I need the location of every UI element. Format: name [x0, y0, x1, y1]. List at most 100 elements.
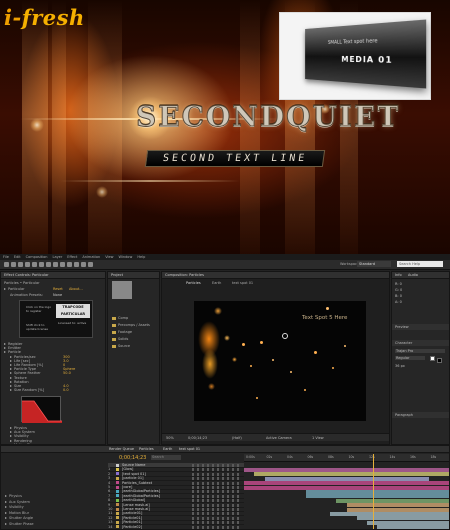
expand-triangle-icon[interactable]: [5, 506, 7, 508]
expand-triangle-icon[interactable]: [5, 517, 7, 519]
expand-triangle-icon[interactable]: [5, 500, 7, 503]
pan-behind-tool-icon[interactable]: [39, 262, 44, 267]
font-size-value[interactable]: 36 px: [395, 364, 405, 368]
tab-paragraph[interactable]: Paragraph: [395, 413, 413, 417]
expand-triangle-icon[interactable]: [10, 427, 12, 429]
effect-reset-link[interactable]: Reset: [53, 287, 63, 292]
menu-effect[interactable]: Effect: [67, 255, 77, 259]
selection-tool-icon[interactable]: [4, 262, 9, 267]
layer-label-color-swatch[interactable]: [116, 463, 119, 467]
trapcode-particular-register-box[interactable]: Click on the logo to register Shift clic…: [19, 300, 93, 338]
project-folder[interactable]: Source: [112, 344, 130, 349]
comp-subtab-earth[interactable]: Earth: [212, 281, 221, 285]
tab-preview[interactable]: Preview: [395, 325, 409, 329]
layer-duration-bar[interactable]: [244, 467, 449, 472]
rotate-tool-icon[interactable]: [25, 262, 30, 267]
fill-color-swatch[interactable]: [430, 356, 435, 361]
layer-duration-bar[interactable]: [264, 476, 429, 481]
stroke-color-swatch[interactable]: [437, 358, 442, 363]
menu-composition[interactable]: Composition: [26, 255, 48, 259]
workspace-select[interactable]: Standard: [357, 261, 391, 267]
expand-triangle-icon[interactable]: [10, 385, 12, 387]
resolution-select[interactable]: (Half): [232, 436, 242, 440]
font-style-select[interactable]: Regular: [395, 356, 425, 360]
expand-triangle-icon[interactable]: [10, 376, 12, 379]
expand-triangle-icon[interactable]: [10, 431, 12, 434]
layer-duration-bar[interactable]: [244, 485, 449, 490]
project-folder[interactable]: Solids: [112, 337, 128, 342]
views-select[interactable]: 1 View: [312, 436, 324, 440]
layer-label-color-swatch[interactable]: [116, 489, 119, 493]
property-row[interactable]: Motion Blur: [5, 511, 29, 515]
layer-duration-bar[interactable]: [356, 516, 449, 521]
tab-effect-controls[interactable]: Effect Controls: Particular: [4, 273, 49, 277]
tab-timeline-text-spot[interactable]: text spot 01: [179, 447, 200, 451]
composition-viewer[interactable]: Text Spot 5 Here: [194, 301, 366, 421]
property-row[interactable]: Shutter Phase: [5, 522, 34, 526]
puppet-tool-icon[interactable]: [88, 262, 93, 267]
tab-render-queue[interactable]: Render Queue: [109, 447, 134, 451]
expand-triangle-icon[interactable]: [10, 380, 12, 383]
layer-duration-bar[interactable]: [330, 511, 449, 516]
layer-label-color-swatch[interactable]: [116, 516, 119, 520]
size-over-life-graph[interactable]: [21, 396, 62, 423]
timeline-search-input[interactable]: Search: [151, 455, 181, 460]
effect-param-row[interactable]: Size Random [%]: [10, 388, 44, 393]
comp-subtab-text-spot[interactable]: text spot 01: [232, 281, 253, 285]
menu-file[interactable]: File: [3, 255, 9, 259]
comp-subtab-particles[interactable]: Particles: [186, 281, 201, 285]
expand-triangle-icon[interactable]: [10, 435, 12, 438]
pen-tool-icon[interactable]: [53, 262, 58, 267]
expand-triangle-icon[interactable]: [10, 389, 12, 392]
tab-project[interactable]: Project: [111, 273, 123, 277]
tab-composition[interactable]: Composition: Particles: [165, 273, 204, 277]
effect-name-row[interactable]: Particular: [4, 287, 25, 292]
hand-tool-icon[interactable]: [11, 262, 16, 267]
expand-triangle-icon[interactable]: [10, 355, 12, 358]
clone-tool-icon[interactable]: [74, 262, 79, 267]
expand-triangle-icon[interactable]: [10, 372, 12, 375]
expand-triangle-icon[interactable]: [10, 364, 12, 366]
menu-layer[interactable]: Layer: [53, 255, 63, 259]
layer-label-color-swatch[interactable]: [116, 485, 119, 489]
menu-window[interactable]: Window: [119, 255, 133, 259]
camera-select[interactable]: Active Camera: [266, 436, 292, 440]
layer-duration-bar[interactable]: [346, 507, 449, 512]
menu-animation[interactable]: Animation: [82, 255, 100, 259]
layer-duration-bar[interactable]: [305, 494, 449, 499]
search-help-input[interactable]: Search Help: [397, 261, 443, 267]
expand-triangle-icon[interactable]: [10, 439, 12, 442]
layer-duration-bar[interactable]: [346, 503, 449, 508]
trapcode-particular-logo[interactable]: TRAPCODE PARTICULAR: [56, 304, 90, 318]
layer-duration-bar[interactable]: [244, 481, 449, 486]
layer-label-color-swatch[interactable]: [116, 494, 119, 498]
expand-triangle-icon[interactable]: [10, 368, 12, 371]
camera-tool-icon[interactable]: [32, 262, 37, 267]
expand-triangle-icon[interactable]: [10, 359, 12, 362]
effect-param-value[interactable]: 0.0: [63, 388, 69, 393]
text-tool-icon[interactable]: [60, 262, 65, 267]
property-row[interactable]: Aux System: [5, 500, 30, 504]
tab-character[interactable]: Character: [395, 341, 412, 345]
project-folder[interactable]: Footage: [112, 330, 132, 335]
anchor-point-icon[interactable]: [282, 333, 288, 339]
expand-triangle-icon[interactable]: [4, 347, 6, 350]
layer-duration-bar[interactable]: [305, 489, 449, 494]
layer-label-color-swatch[interactable]: [116, 498, 119, 502]
layer-row[interactable]: 14 [Particle02]: [108, 525, 244, 529]
layer-label-color-swatch[interactable]: [116, 525, 119, 529]
layer-duration-bar[interactable]: [336, 498, 449, 503]
expand-triangle-icon[interactable]: [5, 511, 7, 514]
expand-triangle-icon[interactable]: [4, 351, 6, 354]
effect-about-link[interactable]: About...: [69, 287, 83, 292]
eraser-tool-icon[interactable]: [81, 262, 86, 267]
tab-audio[interactable]: Audio: [408, 273, 418, 277]
property-row[interactable]: Shutter Angle: [5, 516, 33, 520]
tab-timeline-earth[interactable]: Earth: [163, 447, 172, 451]
layer-label-color-swatch[interactable]: [116, 507, 119, 511]
property-row[interactable]: Visibility: [5, 505, 24, 509]
layer-label-color-swatch[interactable]: [116, 520, 119, 524]
timeline-current-time[interactable]: 0;00;14;23: [119, 455, 146, 461]
brush-tool-icon[interactable]: [67, 262, 72, 267]
project-folder[interactable]: Precomps / Assets: [112, 323, 150, 328]
